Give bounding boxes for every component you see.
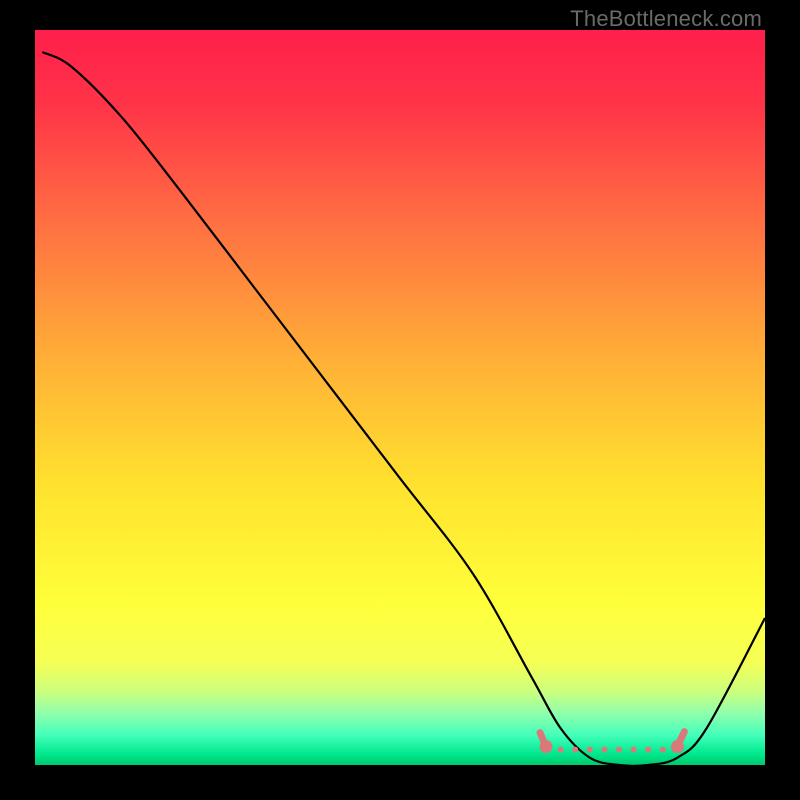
bottleneck-curve xyxy=(42,52,765,765)
curve-layer xyxy=(35,30,765,765)
plot-area xyxy=(35,30,765,765)
optimal-range-markers xyxy=(540,732,685,754)
watermark-text: TheBottleneck.com xyxy=(570,6,762,32)
chart-frame: TheBottleneck.com xyxy=(0,0,800,800)
